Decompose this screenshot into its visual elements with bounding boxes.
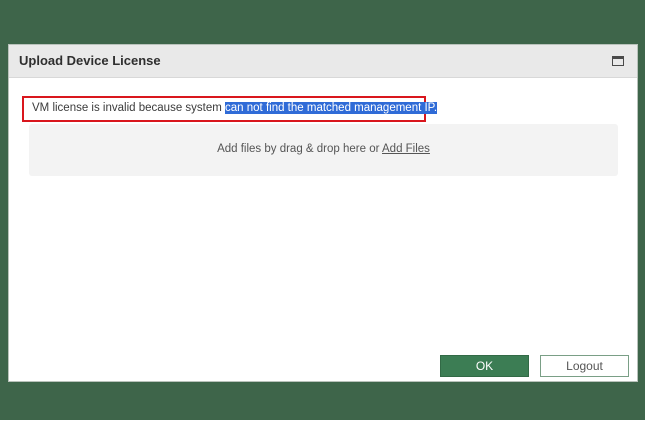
dialog-header: Upload Device License (9, 45, 637, 78)
dropzone-text: Add files by drag & drop here or (217, 143, 382, 155)
error-message-highlighted: can not find the matched management IP. (225, 102, 438, 114)
upload-device-license-dialog: Upload Device License VM license is inva… (8, 44, 638, 382)
error-message-prefix: VM license is invalid because system (32, 102, 226, 114)
add-files-link[interactable]: Add Files (382, 143, 430, 155)
logout-button[interactable]: Logout (540, 355, 629, 377)
dialog-title: Upload Device License (19, 53, 161, 68)
file-dropzone[interactable]: Add files by drag & drop here or Add Fil… (29, 124, 618, 176)
error-message-box: VM license is invalid because system can… (22, 96, 438, 122)
error-message: VM license is invalid because system can… (32, 102, 438, 114)
ok-button[interactable]: OK (440, 355, 529, 377)
window-maximize-icon[interactable] (612, 56, 624, 66)
dropzone-instructions: Add files by drag & drop here or Add Fil… (29, 143, 618, 155)
